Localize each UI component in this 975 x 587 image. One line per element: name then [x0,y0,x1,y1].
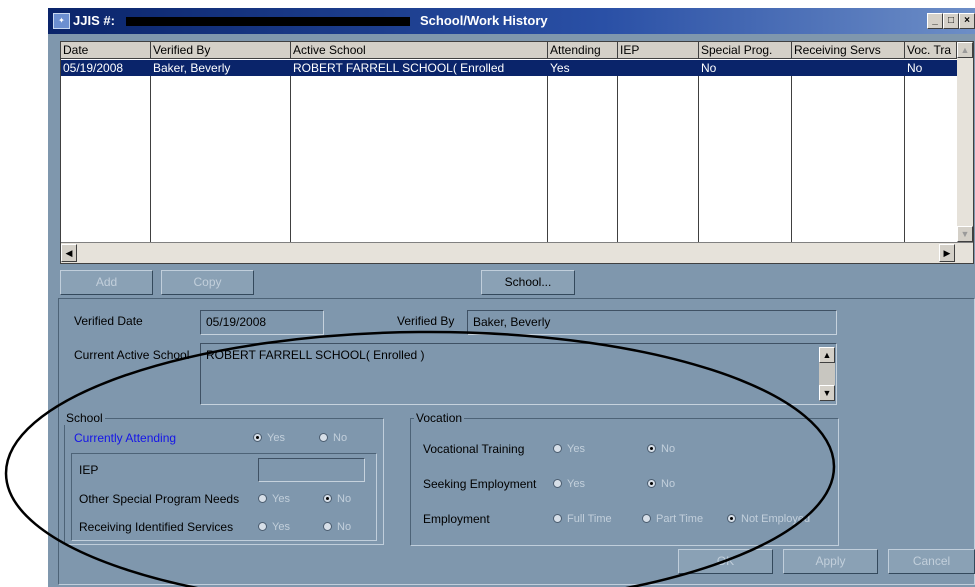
annotation-ellipse [4,330,836,587]
